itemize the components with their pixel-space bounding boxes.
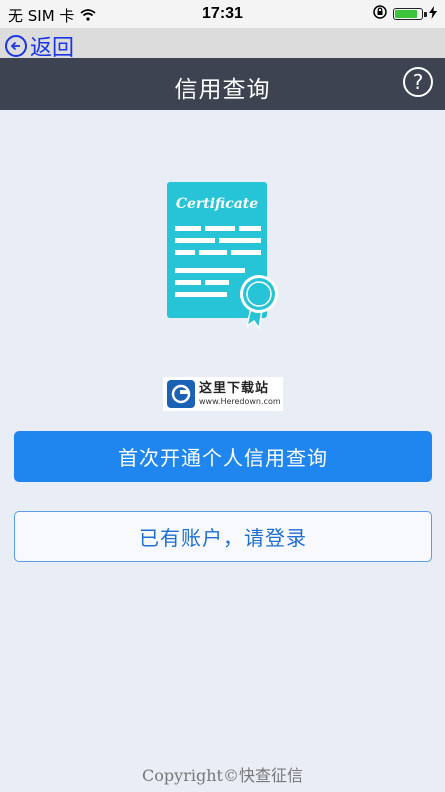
charging-icon bbox=[429, 5, 437, 23]
watermark: 这里下载站 www.Heredown.com bbox=[163, 377, 283, 411]
login-button[interactable]: 已有账户，请登录 bbox=[14, 511, 432, 562]
certificate-title: Certificate bbox=[176, 196, 258, 212]
copyright-text: Copyright©快查征信 bbox=[142, 766, 303, 785]
certificate-icon: Certificate bbox=[167, 182, 278, 330]
battery-icon bbox=[393, 8, 427, 20]
status-bar: 无 SIM 卡 17:31 bbox=[0, 0, 445, 28]
back-arrow-icon bbox=[5, 35, 27, 57]
nav-header: 信用查询 ? bbox=[0, 58, 445, 110]
status-right bbox=[373, 5, 437, 23]
watermark-text: 这里下载站 www.Heredown.com bbox=[199, 381, 281, 407]
first-time-activation-button[interactable]: 首次开通个人信用查询 bbox=[14, 431, 432, 482]
help-icon: ? bbox=[412, 70, 424, 94]
watermark-logo-icon bbox=[167, 380, 195, 408]
watermark-url: www.Heredown.com bbox=[199, 397, 281, 406]
page-title: 信用查询 bbox=[174, 77, 271, 103]
watermark-title: 这里下载站 bbox=[199, 381, 270, 396]
orientation-lock-icon bbox=[373, 5, 387, 23]
help-button[interactable]: ? bbox=[403, 67, 433, 97]
back-row: 返回 bbox=[0, 28, 445, 61]
battery-fill bbox=[395, 10, 418, 18]
